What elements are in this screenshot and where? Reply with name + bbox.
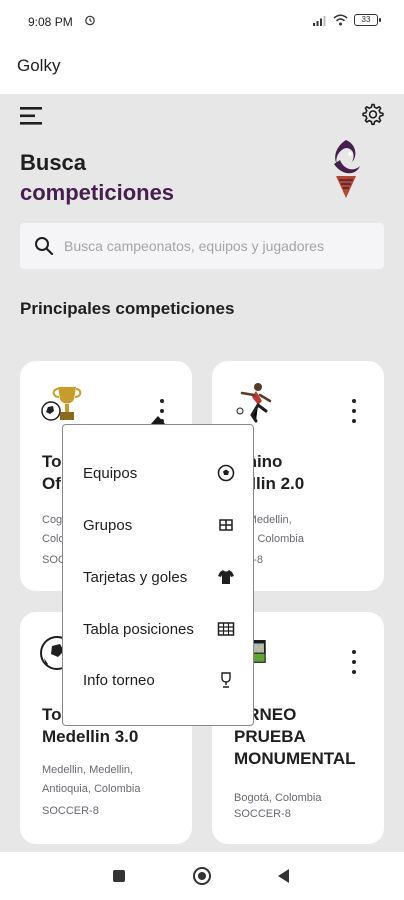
alarm-icon: [85, 15, 95, 26]
status-bar: 9:08 PM 33: [0, 0, 404, 42]
app-title: Golky: [17, 56, 61, 75]
status-icons: 33: [313, 14, 381, 26]
battery-icon: 33: [354, 14, 381, 26]
menu-item-grupos[interactable]: Grupos: [63, 505, 253, 545]
competition-type: SOCCER-8: [234, 808, 291, 820]
app-header: Golky: [0, 42, 404, 94]
menu-item-tabla-posiciones[interactable]: Tabla posiciones: [63, 609, 253, 649]
menu-item-label: Tarjetas y goles: [83, 568, 188, 586]
gear-icon[interactable]: [360, 102, 384, 126]
jersey-icon: [218, 570, 234, 584]
trophy-icon: [221, 672, 231, 688]
soccer-ball-icon: [217, 464, 235, 482]
trophy-ball-icon: [41, 387, 82, 421]
table-icon: [217, 622, 235, 636]
wifi-icon: [333, 14, 348, 26]
competition-location: Medellin, Medellin, Antioquia, Colombia: [42, 764, 141, 795]
back-button[interactable]: [278, 869, 289, 883]
card-more-icon[interactable]: [346, 399, 362, 423]
menu-item-info-torneo[interactable]: Info torneo: [63, 660, 253, 700]
menu-item-tarjetas-goles[interactable]: Tarjetas y goles: [63, 557, 253, 597]
search-input[interactable]: [64, 223, 374, 269]
grid-icon: [219, 519, 233, 531]
home-button[interactable]: [193, 867, 211, 885]
competition-type: SOCCER-8: [42, 805, 99, 817]
search-icon: [35, 237, 54, 256]
menu-item-label: Info torneo: [83, 671, 155, 689]
status-time: 9:08 PM: [28, 15, 73, 29]
competition-location: Bogotá, Colombia: [234, 792, 322, 804]
menu-item-label: Tabla posiciones: [83, 620, 194, 638]
soccer-player-icon: [236, 383, 272, 423]
competition-name: ORNEO PRUEBA MONUMENTAL: [234, 705, 356, 768]
stadium-icon: [252, 640, 266, 663]
section-title: Principales competiciones: [20, 299, 235, 318]
hero-title-line1: Busca: [20, 150, 87, 175]
competition-options-menu: Equipos Grupos Tarjetas y goles Tabla po…: [62, 424, 254, 726]
hero-title-line2: competiciones: [20, 180, 175, 205]
battery-level: 33: [361, 15, 371, 24]
menu-icon[interactable]: [20, 106, 44, 126]
recent-apps-button[interactable]: [113, 870, 125, 882]
phoenix-logo: [334, 140, 360, 198]
card-more-icon[interactable]: [346, 650, 362, 674]
system-nav-bar: [0, 852, 404, 900]
search-bar[interactable]: [20, 223, 384, 269]
signal-icon: [313, 15, 326, 26]
menu-item-label: Equipos: [83, 464, 138, 482]
menu-item-equipos[interactable]: Equipos: [63, 453, 253, 493]
menu-item-label: Grupos: [83, 516, 133, 534]
